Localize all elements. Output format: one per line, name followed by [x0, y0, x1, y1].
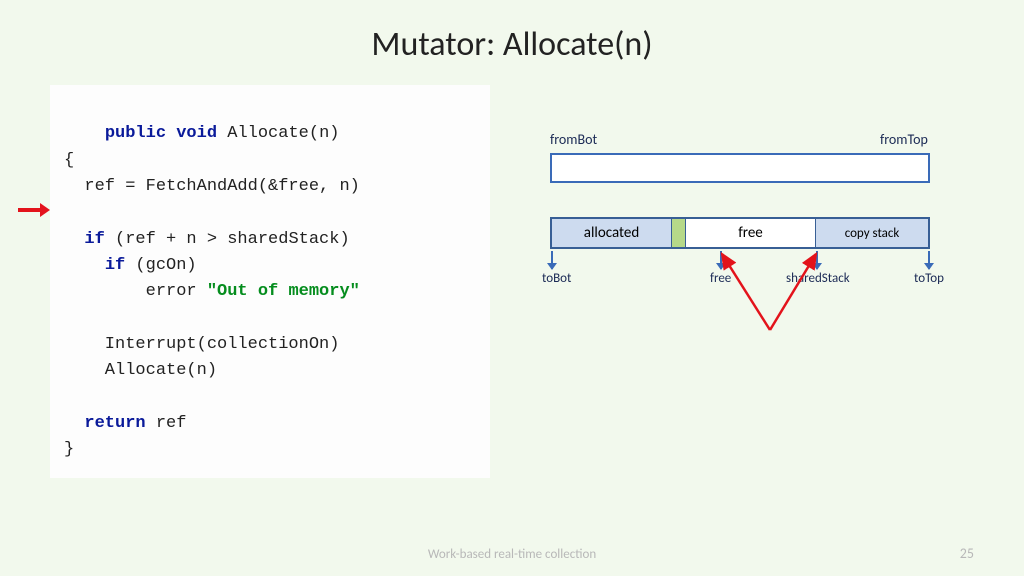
- from-space-box: [550, 153, 930, 183]
- kw-void: void: [176, 124, 217, 143]
- arrow-down-icon: [928, 251, 930, 269]
- content-row: public void Allocate(n) { ref = FetchAnd…: [0, 65, 1024, 478]
- label-frombot: fromBot: [550, 131, 597, 148]
- label-fromtop: fromTop: [880, 131, 928, 148]
- slide-title: Mutator: Allocate(n): [0, 0, 1024, 65]
- segment-free: free: [686, 219, 816, 247]
- code-t: (ref + n > sharedStack): [105, 230, 350, 249]
- code-t: {: [64, 151, 74, 170]
- segment-allocated: allocated: [552, 219, 672, 247]
- code-t: Allocate(n): [64, 361, 217, 380]
- page-number: 25: [960, 545, 974, 562]
- code-t: error: [64, 282, 207, 301]
- highlight-arrows-icon: [680, 250, 880, 340]
- kw-if: if: [84, 230, 104, 249]
- arrow-down-icon: [551, 251, 553, 269]
- segment-new-alloc: [672, 219, 686, 247]
- code-t: Interrupt(collectionOn): [64, 335, 339, 354]
- arrow-icon: [16, 200, 50, 220]
- string-literal: "Out of memory": [207, 282, 360, 301]
- label-totop: toTop: [914, 271, 944, 286]
- code-t: ref: [146, 414, 187, 433]
- footer-text: Work-based real-time collection: [0, 547, 1024, 562]
- kw-return: return: [84, 414, 145, 433]
- code-t: ref = FetchAndAdd(&free, n): [64, 177, 360, 196]
- code-t: }: [64, 440, 74, 459]
- kw-if: if: [105, 256, 125, 275]
- kw-public: public: [105, 124, 166, 143]
- code-panel: public void Allocate(n) { ref = FetchAnd…: [50, 85, 490, 478]
- to-space-row: allocated free copy stack: [550, 217, 930, 249]
- code-t: Allocate(n): [217, 124, 339, 143]
- memory-diagram: fromBot fromTop allocated free copy stac…: [530, 135, 960, 478]
- code-t: (gcOn): [125, 256, 196, 275]
- segment-copy-stack: copy stack: [816, 219, 928, 247]
- label-tobot: toBot: [542, 271, 571, 286]
